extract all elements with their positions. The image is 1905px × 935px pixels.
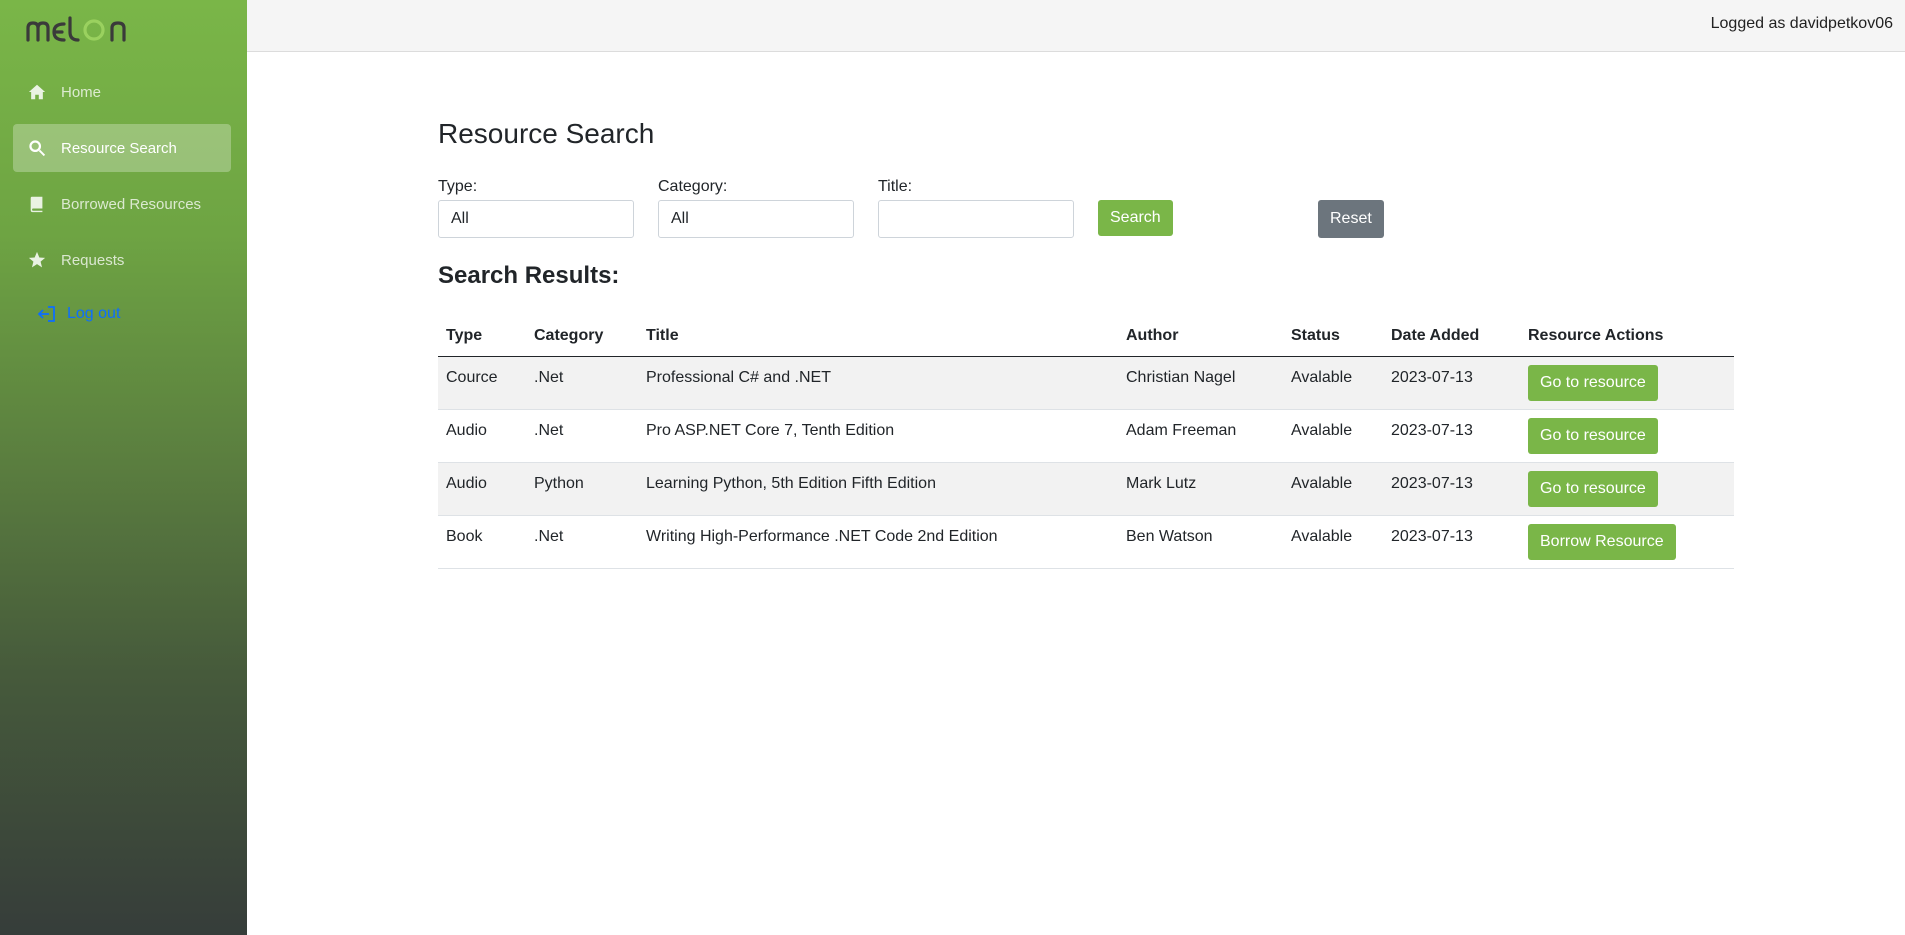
star-icon	[27, 250, 47, 270]
logout-icon	[37, 306, 55, 322]
cell-author: Mark Lutz	[1118, 462, 1283, 516]
cell-action: Go to resource	[1520, 462, 1734, 516]
sidebar-item-label: Requests	[61, 251, 125, 269]
borrow-resource-button[interactable]: Borrow Resource	[1528, 523, 1676, 560]
header-category: Category	[526, 316, 638, 357]
table-row: Cource .Net Professional C# and .NET Chr…	[438, 356, 1734, 410]
search-button[interactable]: Search	[1098, 200, 1173, 236]
cell-category: Python	[526, 462, 638, 516]
results-title: Search Results:	[438, 262, 620, 289]
sidebar: Home Resource Search Borrowed Resources …	[0, 0, 247, 935]
cell-status: Avalable	[1283, 409, 1383, 463]
sidebar-item-label: Borrowed Resources	[61, 195, 202, 213]
cell-date: 2023-07-13	[1383, 356, 1520, 410]
results-table: Type Category Title Author Status Date A…	[438, 316, 1734, 569]
type-label: Type:	[438, 178, 478, 195]
header-type: Type	[438, 316, 526, 357]
header-status: Status	[1283, 316, 1383, 357]
cell-action: Borrow Resource	[1520, 515, 1734, 569]
cell-date: 2023-07-13	[1383, 409, 1520, 463]
cell-type: Audio	[438, 462, 526, 516]
cell-type: Cource	[438, 356, 526, 410]
cell-type: Book	[438, 515, 526, 569]
sidebar-item-requests[interactable]: Requests	[13, 236, 231, 284]
cell-category: .Net	[526, 409, 638, 463]
sidebar-item-home[interactable]: Home	[13, 68, 231, 116]
title-input[interactable]	[878, 200, 1074, 238]
cell-status: Avalable	[1283, 356, 1383, 410]
header-date-added: Date Added	[1383, 316, 1520, 357]
home-icon	[27, 82, 47, 102]
cell-date: 2023-07-13	[1383, 462, 1520, 516]
logged-user-text: Logged as davidpetkov06	[1710, 15, 1893, 32]
cell-author: Ben Watson	[1118, 515, 1283, 569]
cell-title: Pro ASP.NET Core 7, Tenth Edition	[638, 409, 1118, 463]
category-select[interactable]: All	[658, 200, 854, 238]
type-select[interactable]: All	[438, 200, 634, 238]
table-row: Audio Python Learning Python, 5th Editio…	[438, 462, 1734, 516]
page-title: Resource Search	[438, 118, 655, 149]
cell-action: Go to resource	[1520, 356, 1734, 410]
cell-title: Learning Python, 5th Edition Fifth Editi…	[638, 462, 1118, 516]
cell-status: Avalable	[1283, 515, 1383, 569]
table-header-row: Type Category Title Author Status Date A…	[438, 316, 1734, 357]
cell-title: Professional C# and .NET	[638, 356, 1118, 410]
sidebar-item-resource-search[interactable]: Resource Search	[13, 124, 231, 172]
go-to-resource-button[interactable]: Go to resource	[1528, 417, 1658, 454]
cell-category: .Net	[526, 356, 638, 410]
sidebar-item-borrowed-resources[interactable]: Borrowed Resources	[13, 180, 231, 228]
logout-link[interactable]: Log out	[37, 300, 120, 328]
title-label: Title:	[878, 178, 913, 195]
header-author: Author	[1118, 316, 1283, 357]
search-icon	[27, 138, 47, 158]
top-bar: Logged as davidpetkov06	[247, 0, 1905, 52]
sidebar-item-label: Home	[61, 83, 102, 101]
cell-title: Writing High-Performance .NET Code 2nd E…	[638, 515, 1118, 569]
cell-category: .Net	[526, 515, 638, 569]
melon-logo[interactable]	[26, 10, 136, 50]
category-label: Category:	[658, 178, 728, 195]
cell-author: Adam Freeman	[1118, 409, 1283, 463]
category-filter: Category: All	[658, 178, 854, 238]
header-resource-actions: Resource Actions	[1520, 316, 1734, 357]
book-icon	[27, 194, 47, 214]
cell-status: Avalable	[1283, 462, 1383, 516]
header-title: Title	[638, 316, 1118, 357]
cell-date: 2023-07-13	[1383, 515, 1520, 569]
cell-action: Go to resource	[1520, 409, 1734, 463]
type-filter: Type: All	[438, 178, 634, 238]
cell-author: Christian Nagel	[1118, 356, 1283, 410]
table-row: Audio .Net Pro ASP.NET Core 7, Tenth Edi…	[438, 409, 1734, 463]
title-filter: Title:	[878, 178, 1074, 238]
sidebar-item-label: Resource Search	[61, 139, 177, 157]
go-to-resource-button[interactable]: Go to resource	[1528, 364, 1658, 401]
reset-button[interactable]: Reset	[1318, 200, 1384, 238]
go-to-resource-button[interactable]: Go to resource	[1528, 470, 1658, 507]
logout-label: Log out	[67, 305, 121, 322]
table-row: Book .Net Writing High-Performance .NET …	[438, 515, 1734, 569]
cell-type: Audio	[438, 409, 526, 463]
